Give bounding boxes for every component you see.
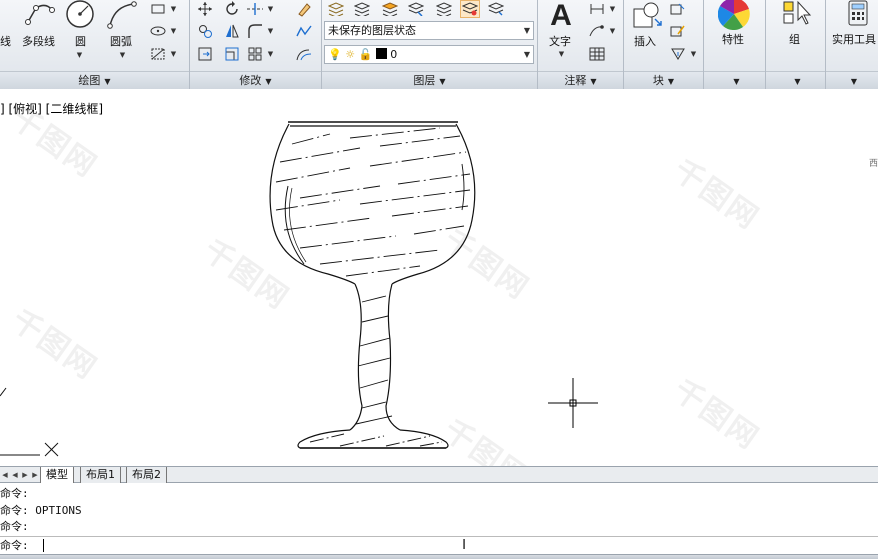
hatch-dropdown-icon[interactable]: ▼ (169, 45, 178, 63)
circle-icon[interactable] (64, 0, 96, 30)
rectangle-dropdown-icon[interactable]: ▼ (169, 0, 178, 18)
trim-icon[interactable] (245, 0, 265, 18)
circle-dropdown-icon[interactable]: ▼ (75, 46, 84, 64)
last-tab-icon[interactable]: ▶ (30, 468, 40, 481)
text-dropdown-icon[interactable]: ▼ (557, 45, 566, 63)
polyline-icon[interactable] (22, 0, 58, 28)
leader-icon[interactable] (587, 22, 607, 40)
modify-panel: ▼ ▼ ▼ 修改 ▼ (190, 0, 322, 89)
layer-panel: 未保存的图层状态 ▼ 💡 ☼ 🔓 0 ▼ 图层 ▼ (322, 0, 538, 89)
ibeam-cursor-icon: Ⅰ (462, 537, 467, 553)
layer-off-icon[interactable] (434, 0, 454, 18)
ellipse-dropdown-icon[interactable]: ▼ (169, 22, 178, 40)
autocad-window: 线 多段线 圆 ▼ 圆弧 ▼ ▼ ▼ ▼ 绘图 ▼ ▼ ▼ ▼ 修改 ▼ 未保存… (0, 0, 878, 559)
edit-block-icon[interactable] (668, 22, 688, 40)
hatch-icon[interactable] (148, 45, 168, 63)
line-label[interactable]: 线 (0, 33, 11, 49)
properties-panel-title[interactable]: ▼ (704, 71, 765, 89)
drawing-viewport[interactable]: ] [俯视] [二维线框] 西 千图网 千图网 千图网 千图网 千图网 千图网 … (0, 90, 878, 466)
layout-tabs-bar: ◀ ◀ ▶ ▶ 模型 布局1 布局2 (0, 466, 878, 483)
dimension-icon[interactable] (587, 0, 607, 18)
crosshair-cursor (548, 378, 598, 428)
command-history-line: 命令: (0, 487, 29, 500)
next-tab-icon[interactable]: ▶ (20, 468, 30, 481)
rotate-icon[interactable] (222, 0, 242, 18)
arc-icon[interactable] (104, 0, 140, 30)
rectangle-icon[interactable] (148, 0, 168, 18)
block-panel-title[interactable]: 块 ▼ (624, 71, 703, 89)
scale-icon[interactable] (222, 45, 242, 63)
wine-glass-drawing[interactable] (0, 90, 878, 466)
command-input[interactable]: 命令: (0, 536, 878, 554)
create-block-icon[interactable] (668, 0, 688, 18)
command-prompt: 命令: (0, 539, 29, 552)
insert-label[interactable]: 插入 (634, 33, 656, 49)
layer-state-icon[interactable] (352, 0, 372, 18)
polyline-label[interactable]: 多段线 (22, 33, 55, 49)
utilities-label[interactable]: 实用工具 (832, 31, 876, 47)
annotation-panel-title[interactable]: 注释 ▼ (538, 71, 623, 89)
command-history-line: 命令: (0, 520, 29, 533)
properties-icon[interactable] (717, 0, 751, 30)
command-window: 命令: 命令: OPTIONS 命令: 命令: Ⅰ (0, 484, 878, 554)
annotation-panel: A 文字 ▼ ▼ ▼ 注释 ▼ (538, 0, 624, 89)
group-label[interactable]: 组 (789, 31, 800, 47)
stretch-icon[interactable] (195, 45, 215, 63)
group-icon[interactable] (782, 0, 812, 28)
layer-properties-icon[interactable] (326, 0, 346, 18)
layer-color-swatch (375, 48, 387, 59)
block-panel: 插入 ▼ 块 ▼ (624, 0, 704, 89)
text-caret (43, 539, 44, 552)
block-attributes-icon[interactable] (668, 45, 688, 63)
fillet-dropdown-icon[interactable]: ▼ (266, 22, 275, 40)
arc-dropdown-icon[interactable]: ▼ (118, 46, 127, 64)
block-attributes-dropdown-icon[interactable]: ▼ (689, 45, 698, 63)
draw-panel: 线 多段线 圆 ▼ 圆弧 ▼ ▼ ▼ ▼ 绘图 ▼ (0, 0, 190, 89)
dimension-dropdown-icon[interactable]: ▼ (608, 0, 617, 18)
explode-icon[interactable] (294, 22, 314, 40)
insert-icon[interactable] (630, 0, 664, 32)
text-icon[interactable]: A (544, 0, 578, 32)
calculator-icon[interactable] (846, 0, 870, 28)
utilities-panel: 实用工具 ▼ (826, 0, 878, 89)
copy-icon[interactable] (195, 22, 215, 40)
array-icon[interactable] (245, 45, 265, 63)
layer-isolate-icon[interactable] (380, 0, 400, 18)
layer-combo[interactable]: 💡 ☼ 🔓 0 ▼ (324, 45, 534, 64)
erase-icon[interactable] (294, 0, 314, 18)
properties-label[interactable]: 特性 (722, 31, 744, 47)
layer-lock-icon[interactable] (486, 0, 506, 18)
table-icon[interactable] (587, 45, 607, 63)
command-history-line: 命令: OPTIONS (0, 504, 82, 517)
modify-panel-title[interactable]: 修改 ▼ (190, 71, 321, 89)
trim-dropdown-icon[interactable]: ▼ (266, 0, 275, 18)
group-panel-title[interactable]: ▼ (766, 71, 825, 89)
prev-tab-icon[interactable]: ◀ (10, 468, 20, 481)
mirror-icon[interactable] (222, 22, 242, 40)
layer-match-icon[interactable] (406, 0, 426, 18)
properties-panel: 特性 ▼ (704, 0, 766, 89)
utilities-panel-title[interactable]: ▼ (826, 71, 878, 89)
tab-layout2[interactable]: 布局2 (126, 467, 167, 483)
group-panel: 组 ▼ (766, 0, 826, 89)
layer-freeze-icon[interactable] (460, 0, 480, 18)
ucs-icon (0, 387, 59, 457)
tab-model[interactable]: 模型 (40, 467, 74, 483)
move-icon[interactable] (195, 0, 215, 18)
tab-layout1[interactable]: 布局1 (80, 467, 121, 483)
layer-state-combo[interactable]: 未保存的图层状态 ▼ (324, 21, 534, 40)
array-dropdown-icon[interactable]: ▼ (266, 45, 275, 63)
first-tab-icon[interactable]: ◀ (0, 468, 10, 481)
status-bar[interactable] (0, 554, 878, 559)
layer-panel-title[interactable]: 图层 ▼ (322, 71, 537, 89)
ribbon: 线 多段线 圆 ▼ 圆弧 ▼ ▼ ▼ ▼ 绘图 ▼ ▼ ▼ ▼ 修改 ▼ 未保存… (0, 0, 878, 89)
draw-panel-title[interactable]: 绘图 ▼ (0, 71, 189, 89)
fillet-icon[interactable] (245, 22, 265, 40)
offset-icon[interactable] (294, 45, 314, 63)
leader-dropdown-icon[interactable]: ▼ (608, 22, 617, 40)
ellipse-icon[interactable] (148, 22, 168, 40)
